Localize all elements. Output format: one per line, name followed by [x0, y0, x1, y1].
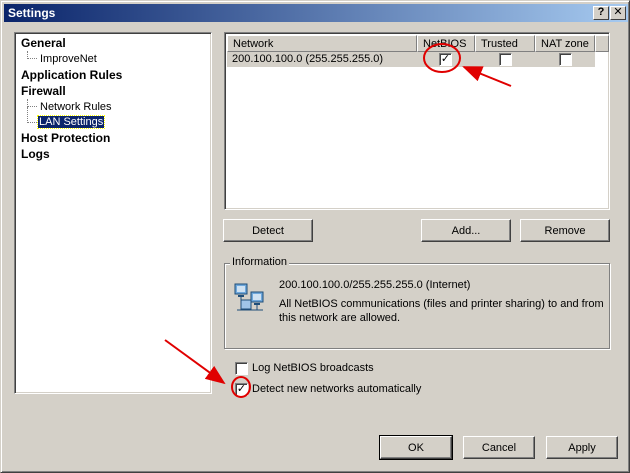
network-cell: 200.100.100.0 (255.255.255.0): [232, 53, 384, 65]
column-network[interactable]: Network: [227, 35, 417, 52]
cancel-button[interactable]: Cancel: [463, 436, 535, 459]
information-title: Information: [230, 256, 290, 268]
detect-networks-checkbox[interactable]: ✓: [235, 383, 248, 396]
information-group: Information 200.100.100.0/255.255.255.0 …: [224, 256, 610, 349]
apply-button[interactable]: Apply: [546, 436, 618, 459]
tree-item-network-rules[interactable]: Network Rules: [40, 101, 112, 113]
tree-item-firewall[interactable]: Firewall: [21, 84, 66, 98]
checkmark-icon: ✓: [440, 53, 451, 65]
tree-item-label: Firewall: [21, 84, 66, 98]
tree-item-lan-settings[interactable]: LAN Settings: [36, 115, 106, 129]
add-button[interactable]: Add...: [421, 219, 511, 242]
tree-item-improvenet[interactable]: ImproveNet: [40, 53, 97, 65]
list-header: Network NetBIOS Trusted NAT zone: [227, 35, 609, 52]
window-title: Settings: [8, 6, 56, 20]
tree-item-label: Network Rules: [40, 101, 112, 113]
info-description-line2: this network are allowed.: [279, 312, 401, 324]
nat-zone-checkbox[interactable]: [559, 53, 572, 66]
checkmark-icon: ✓: [236, 383, 247, 395]
column-trusted[interactable]: Trusted: [475, 35, 535, 52]
help-button[interactable]: ?: [593, 6, 609, 20]
settings-window: Settings ? ✕ General ImproveNet Applicat…: [0, 0, 630, 473]
trusted-checkbox[interactable]: [499, 53, 512, 66]
netbios-checkbox[interactable]: ✓: [439, 53, 452, 66]
log-netbios-label: Log NetBIOS broadcasts: [252, 362, 374, 374]
info-description-line1: All NetBIOS communications (files and pr…: [279, 298, 604, 310]
detect-networks-label: Detect new networks automatically: [252, 383, 422, 395]
info-network: 200.100.100.0/255.255.255.0 (Internet): [279, 279, 471, 291]
ok-button[interactable]: OK: [379, 435, 453, 460]
tree-connector: [27, 99, 37, 107]
network-computers-icon: [234, 283, 264, 311]
column-netbios[interactable]: NetBIOS: [417, 35, 475, 52]
networks-list[interactable]: Network NetBIOS Trusted NAT zone 200.100…: [224, 32, 610, 210]
table-row[interactable]: 200.100.100.0 (255.255.255.0) ✓: [227, 52, 595, 67]
tree-item-application-rules[interactable]: Application Rules: [21, 68, 122, 82]
tree-item-label: General: [21, 36, 66, 50]
log-netbios-checkbox[interactable]: [235, 362, 248, 375]
column-nat-zone[interactable]: NAT zone: [535, 35, 595, 52]
tree-connector: [27, 51, 37, 59]
tree-item-general[interactable]: General: [21, 36, 66, 50]
column-filler: [595, 35, 609, 52]
close-button[interactable]: ✕: [610, 6, 626, 20]
tree-item-label: Logs: [21, 147, 50, 161]
tree-item-logs[interactable]: Logs: [21, 147, 50, 161]
tree-item-label: Host Protection: [21, 131, 111, 145]
tree-item-host-protection[interactable]: Host Protection: [21, 131, 110, 145]
settings-tree[interactable]: General ImproveNet Application Rules Fir…: [14, 32, 212, 394]
tree-item-label: LAN Settings: [36, 115, 106, 129]
tree-item-label: ImproveNet: [40, 53, 97, 65]
detect-button[interactable]: Detect: [223, 219, 313, 242]
tree-connector: [27, 107, 37, 123]
tree-item-label: Application Rules: [21, 68, 123, 82]
remove-button[interactable]: Remove: [520, 219, 610, 242]
title-bar: Settings ? ✕: [4, 4, 628, 22]
